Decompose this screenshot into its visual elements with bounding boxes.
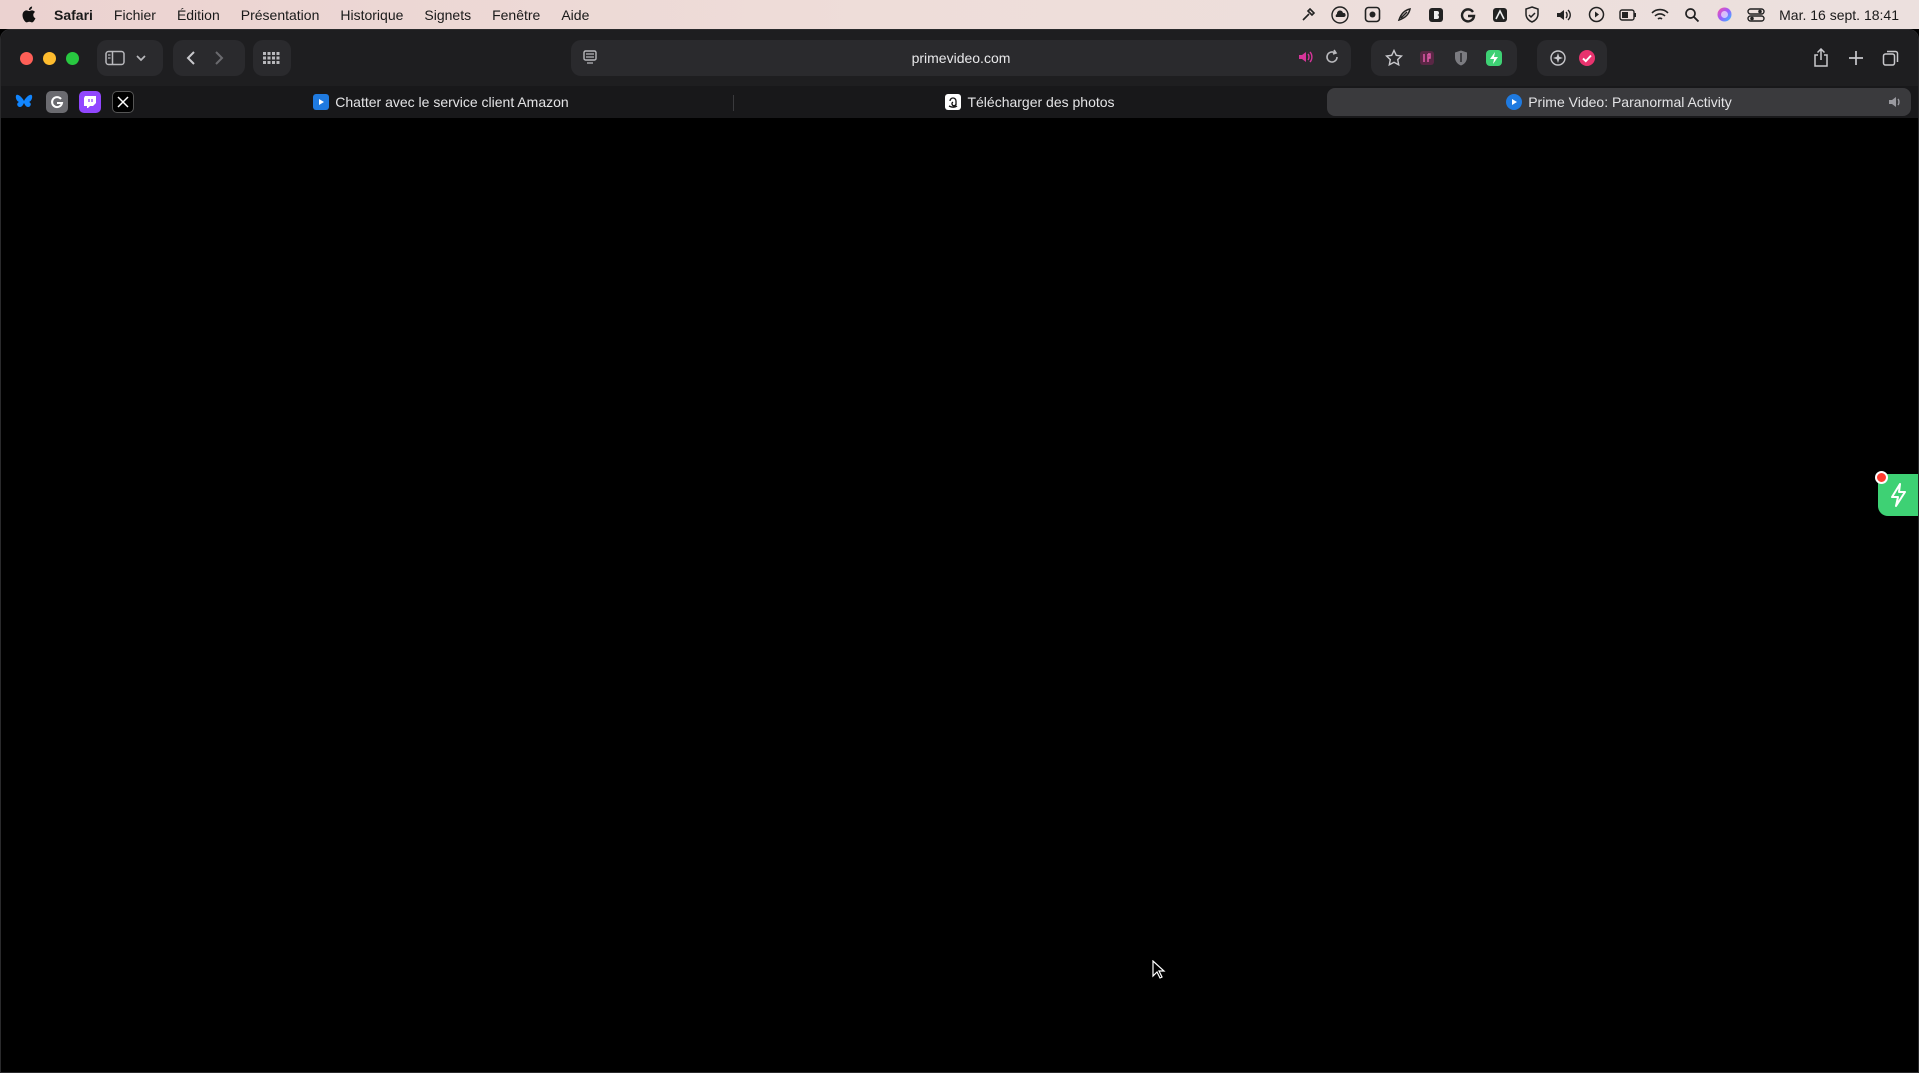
tab-bar: Chatter avec le service client Amazon Té…	[1, 86, 1918, 118]
menu-edition[interactable]: Édition	[177, 7, 220, 23]
menu-aide[interactable]: Aide	[561, 7, 589, 23]
menu-signets[interactable]: Signets	[424, 7, 471, 23]
g-app-icon[interactable]	[1459, 6, 1477, 24]
tab-separator	[733, 95, 734, 111]
menu-fichier[interactable]: Fichier	[114, 7, 156, 23]
prime-video-favicon-icon	[1506, 94, 1523, 110]
battery-icon[interactable]	[1619, 6, 1637, 24]
menu-fenetre[interactable]: Fenêtre	[492, 7, 540, 23]
hammer-icon[interactable]	[1299, 6, 1317, 24]
close-window-button[interactable]	[20, 51, 33, 65]
back-chevron-icon[interactable]	[177, 44, 205, 72]
zoom-window-button[interactable]	[66, 51, 79, 65]
bluesky-icon[interactable]	[13, 91, 35, 113]
task-check-icon[interactable]	[1576, 44, 1597, 72]
privacy-extension-icon[interactable]	[1448, 44, 1474, 72]
notification-dot	[1875, 471, 1888, 484]
wifi-icon[interactable]	[1651, 6, 1669, 24]
mouse-cursor-icon	[1152, 960, 1166, 979]
extensions-group-1	[1371, 40, 1517, 76]
tab-audio-icon[interactable]	[1297, 48, 1315, 71]
tab-prime-video-active[interactable]: Prime Video: Paranormal Activity	[1327, 88, 1911, 116]
feather-icon[interactable]	[1395, 6, 1413, 24]
address-bar-actions	[1297, 48, 1341, 71]
tab-title: Télécharger des photos	[967, 94, 1115, 110]
navigation-group	[173, 40, 245, 76]
pinned-tabs	[13, 91, 145, 113]
shield-icon[interactable]	[1523, 6, 1541, 24]
web-content-video-area[interactable]	[1, 118, 1918, 1072]
menu-presentation[interactable]: Présentation	[241, 7, 320, 23]
tab-audio-playing-icon[interactable]	[1887, 94, 1903, 113]
a-app-icon[interactable]	[1491, 6, 1509, 24]
share-icon[interactable]	[1807, 44, 1835, 72]
minimize-window-button[interactable]	[43, 51, 56, 65]
overview-group	[253, 40, 291, 76]
ai-assistant-icon[interactable]	[1547, 44, 1568, 72]
address-bar[interactable]: primevideo.com	[571, 40, 1351, 76]
menu-safari[interactable]: Safari	[54, 7, 93, 23]
page-menu-icon[interactable]	[581, 48, 599, 71]
tab-overview-grid-icon[interactable]	[257, 44, 285, 72]
search-icon[interactable]	[1683, 6, 1701, 24]
cloud-icon[interactable]	[1331, 5, 1349, 24]
forward-chevron-icon[interactable]	[205, 44, 233, 72]
volume-icon[interactable]	[1555, 6, 1573, 24]
safari-window: primevideo.com Chatter avec le service c…	[0, 29, 1919, 1073]
tab-overview-icon[interactable]	[1877, 44, 1905, 72]
control-center-icon[interactable]	[1747, 6, 1765, 24]
sidebar-toggle-group	[97, 40, 163, 76]
green-bolt-extension-icon[interactable]	[1482, 44, 1508, 72]
tab-upload-photos[interactable]: Télécharger des photos	[737, 88, 1323, 116]
b-app-icon[interactable]	[1427, 6, 1445, 24]
bolt-icon	[1891, 483, 1906, 507]
window-controls	[20, 51, 89, 65]
floating-bolt-widget[interactable]	[1875, 471, 1918, 516]
extensions-group-2	[1537, 40, 1607, 76]
safari-toolbar: primevideo.com	[1, 30, 1918, 86]
g-icon[interactable]	[46, 91, 68, 113]
apple-menu-icon[interactable]	[20, 6, 36, 24]
reload-icon[interactable]	[1323, 48, 1341, 71]
menu-historique[interactable]: Historique	[340, 7, 403, 23]
new-tab-plus-icon[interactable]	[1842, 44, 1870, 72]
status-area: Mar. 16 sept. 18:41	[1285, 0, 1919, 29]
tab-title: Prime Video: Paranormal Activity	[1528, 94, 1732, 110]
amazon-favicon-icon	[945, 94, 962, 110]
sidebar-toggle-icon[interactable]	[101, 44, 129, 72]
siri-icon[interactable]	[1715, 6, 1733, 24]
magenta-extension-icon[interactable]	[1415, 44, 1441, 72]
twitch-icon[interactable]	[79, 91, 101, 113]
menu-bar: Safari Fichier Édition Présentation Hist…	[0, 0, 1919, 29]
tab-title: Chatter avec le service client Amazon	[335, 94, 569, 110]
tab-group-chevron-down-icon[interactable]	[129, 44, 153, 72]
prime-video-favicon-icon	[313, 94, 330, 110]
x-icon[interactable]	[112, 91, 134, 113]
photo-icon[interactable]	[1363, 6, 1381, 24]
menubar-clock[interactable]: Mar. 16 sept. 18:41	[1779, 7, 1899, 23]
bookmark-star-icon[interactable]	[1381, 44, 1407, 72]
tab-amazon-chat[interactable]: Chatter avec le service client Amazon	[149, 88, 733, 116]
play-icon[interactable]	[1587, 6, 1605, 24]
url-text: primevideo.com	[911, 50, 1011, 66]
